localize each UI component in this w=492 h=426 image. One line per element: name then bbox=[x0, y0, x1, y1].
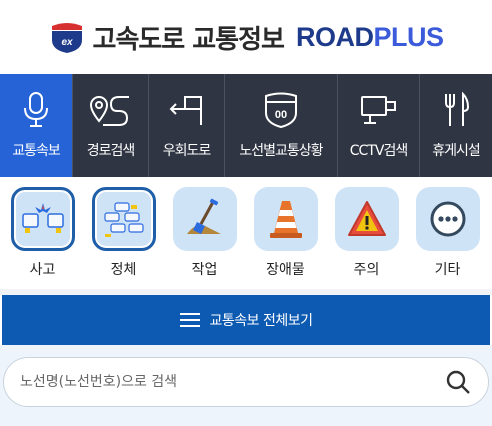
view-all-traffic-news-button[interactable]: 교통속보 전체보기 bbox=[2, 295, 490, 345]
nav-label: 노선별교통상황 bbox=[239, 143, 323, 159]
app-header: ex 고속도로 교통정보 ROADPLUS bbox=[0, 0, 492, 74]
detour-icon bbox=[165, 90, 209, 130]
category-caution[interactable]: 주의 bbox=[326, 177, 407, 289]
category-accident[interactable]: 사고 bbox=[2, 177, 83, 289]
nav-label: 휴게시설 bbox=[432, 143, 481, 159]
category-label: 사고 bbox=[29, 262, 56, 278]
congestion-icon bbox=[91, 187, 156, 251]
category-label: 주의 bbox=[353, 262, 380, 278]
utensils-icon bbox=[434, 90, 478, 130]
more-dots-icon bbox=[415, 187, 480, 251]
nav-label: 경로검색 bbox=[86, 143, 136, 159]
brand-title-en: ROADPLUS bbox=[295, 21, 444, 52]
hamburger-icon bbox=[179, 313, 200, 327]
nav-label: CCTV검색 bbox=[349, 143, 408, 159]
accident-icon bbox=[10, 187, 75, 251]
category-congestion[interactable]: 정체 bbox=[83, 177, 164, 289]
category-label: 기타 bbox=[434, 262, 461, 278]
search-icon[interactable] bbox=[444, 368, 472, 396]
category-filter: 사고 정체 작업 장애물 주의 기타 bbox=[0, 177, 492, 289]
svg-text:00: 00 bbox=[275, 109, 287, 121]
view-all-label: 교통속보 전체보기 bbox=[209, 313, 314, 329]
nav-item-traffic-news[interactable]: 교통속보 bbox=[0, 74, 73, 177]
nav-item-detour[interactable]: 우회도로 bbox=[149, 74, 225, 177]
brand-logo[interactable]: ex 고속도로 교통정보 ROADPLUS bbox=[49, 19, 444, 56]
category-label: 장애물 bbox=[266, 262, 305, 278]
nav-item-route-search[interactable]: 경로검색 bbox=[73, 74, 149, 177]
warning-triangle-icon bbox=[334, 187, 399, 251]
nav-item-rest-area[interactable]: 휴게시설 bbox=[420, 74, 492, 177]
search-box bbox=[3, 357, 489, 407]
cctv-icon bbox=[357, 90, 401, 130]
category-label: 정체 bbox=[110, 262, 137, 278]
svg-text:ex: ex bbox=[61, 37, 73, 48]
nav-label: 우회도로 bbox=[162, 143, 212, 159]
route-icon bbox=[89, 90, 133, 130]
nav-item-cctv[interactable]: CCTV검색 bbox=[338, 74, 420, 177]
category-obstacle[interactable]: 장애물 bbox=[245, 177, 326, 289]
ex-shield-logo-icon: ex bbox=[51, 23, 82, 53]
main-nav: 교통속보 경로검색 우회도로 00 노선별교통상황 CCTV검색 휴게시설 bbox=[0, 74, 492, 177]
highway-shield-icon: 00 bbox=[259, 90, 303, 130]
nav-item-route-traffic[interactable]: 00 노선별교통상황 bbox=[225, 74, 338, 177]
shovel-icon bbox=[172, 187, 237, 251]
category-other[interactable]: 기타 bbox=[407, 177, 488, 289]
microphone-icon bbox=[14, 90, 58, 130]
nav-label: 교통속보 bbox=[12, 143, 61, 159]
route-search-input[interactable] bbox=[20, 374, 444, 390]
traffic-cone-icon bbox=[253, 187, 318, 251]
brand-title-ko: 고속도로 교통정보 bbox=[92, 24, 285, 55]
category-work[interactable]: 작업 bbox=[164, 177, 245, 289]
category-label: 작업 bbox=[191, 262, 218, 278]
search-section bbox=[0, 345, 492, 426]
